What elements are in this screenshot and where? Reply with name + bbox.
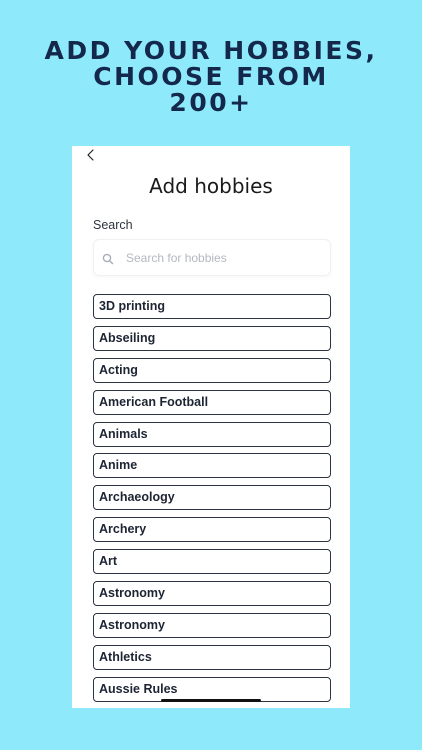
promo-headline: ADD YOUR HOBBIES, CHOOSE FROM 200+ <box>0 38 422 116</box>
search-icon <box>102 252 114 264</box>
hobby-item[interactable]: American Football <box>93 389 331 415</box>
home-indicator <box>161 699 261 702</box>
hobby-item[interactable]: 3D printing <box>93 294 331 319</box>
page-title: Add hobbies <box>149 174 273 198</box>
hobby-list: 3D printing Abseiling Acting American Footb… <box>93 294 331 708</box>
hobby-item[interactable]: Astronomy <box>93 612 331 638</box>
hobby-item[interactable]: Astronomy <box>93 581 331 607</box>
hobby-item[interactable]: Athletics <box>93 644 331 670</box>
hobby-item[interactable]: Anime <box>93 453 331 479</box>
hobby-item[interactable]: Aussie Rules <box>93 676 331 702</box>
promo-line-1: ADD YOUR HOBBIES, <box>44 36 378 65</box>
chevron-left-icon[interactable] <box>84 148 98 162</box>
search-label: Search <box>93 218 133 232</box>
promo-line-2: CHOOSE FROM <box>93 62 329 91</box>
hobby-item[interactable]: Abseiling <box>93 325 331 351</box>
search-box[interactable] <box>93 239 331 276</box>
hobby-item[interactable]: Archaeology <box>93 485 331 511</box>
hobby-item[interactable]: Animals <box>93 421 331 447</box>
phone-screen: Add hobbies Search 3D printing Abseiling A… <box>72 146 350 708</box>
hobby-item[interactable]: Art <box>93 549 331 575</box>
hobby-item[interactable]: Archery <box>93 517 331 543</box>
promo-line-3: 200+ <box>169 88 253 117</box>
hobby-item[interactable]: Acting <box>93 357 331 383</box>
search-input[interactable] <box>124 249 318 266</box>
